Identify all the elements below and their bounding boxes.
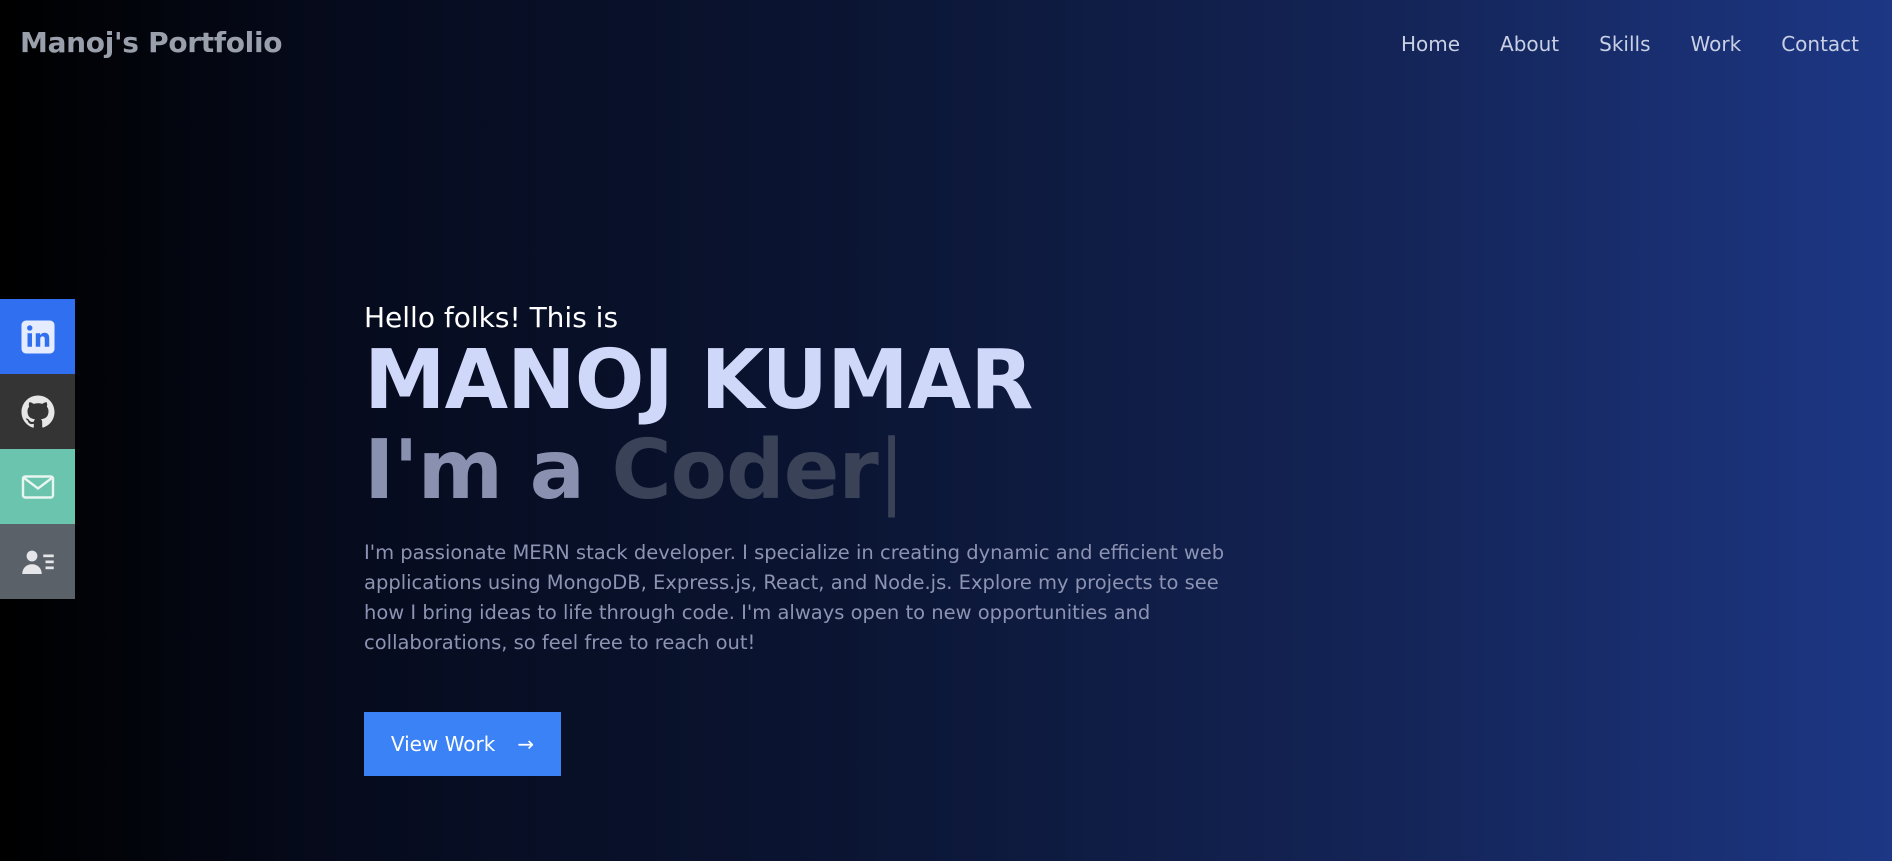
contact-card-icon bbox=[21, 550, 54, 574]
typing-cursor: | bbox=[877, 423, 906, 518]
hero-name: MANOJ KUMAR bbox=[364, 333, 1033, 428]
role-prefix: I'm a bbox=[364, 423, 612, 518]
resume-link[interactable] bbox=[0, 524, 75, 599]
arrow-right-icon: → bbox=[517, 731, 535, 756]
linkedin-link[interactable] bbox=[0, 299, 75, 374]
role-typed-word: Coder bbox=[611, 423, 879, 518]
mail-icon bbox=[21, 474, 54, 499]
linkedin-icon bbox=[21, 320, 54, 353]
email-link[interactable] bbox=[0, 449, 75, 524]
social-sidebar bbox=[0, 299, 75, 599]
nav-home[interactable]: Home bbox=[1401, 32, 1460, 56]
hero-section: Hello folks! This is MANOJ KUMAR I'm a C… bbox=[364, 300, 1244, 776]
github-icon bbox=[21, 395, 54, 428]
main-nav: Home About Skills Work Contact bbox=[1361, 32, 1859, 56]
hero-role: I'm a Coder| bbox=[364, 426, 1244, 516]
github-link[interactable] bbox=[0, 374, 75, 449]
view-work-button[interactable]: View Work → bbox=[364, 711, 561, 776]
nav-about[interactable]: About bbox=[1500, 32, 1559, 56]
nav-contact[interactable]: Contact bbox=[1781, 32, 1859, 56]
hero-description: I'm passionate MERN stack developer. I s… bbox=[364, 541, 1225, 654]
nav-work[interactable]: Work bbox=[1691, 32, 1742, 56]
site-brand[interactable]: Manoj's Portfolio bbox=[20, 26, 283, 59]
view-work-label: View Work bbox=[390, 731, 496, 756]
nav-skills[interactable]: Skills bbox=[1599, 32, 1650, 56]
hero-greeting: Hello folks! This is bbox=[364, 301, 619, 334]
